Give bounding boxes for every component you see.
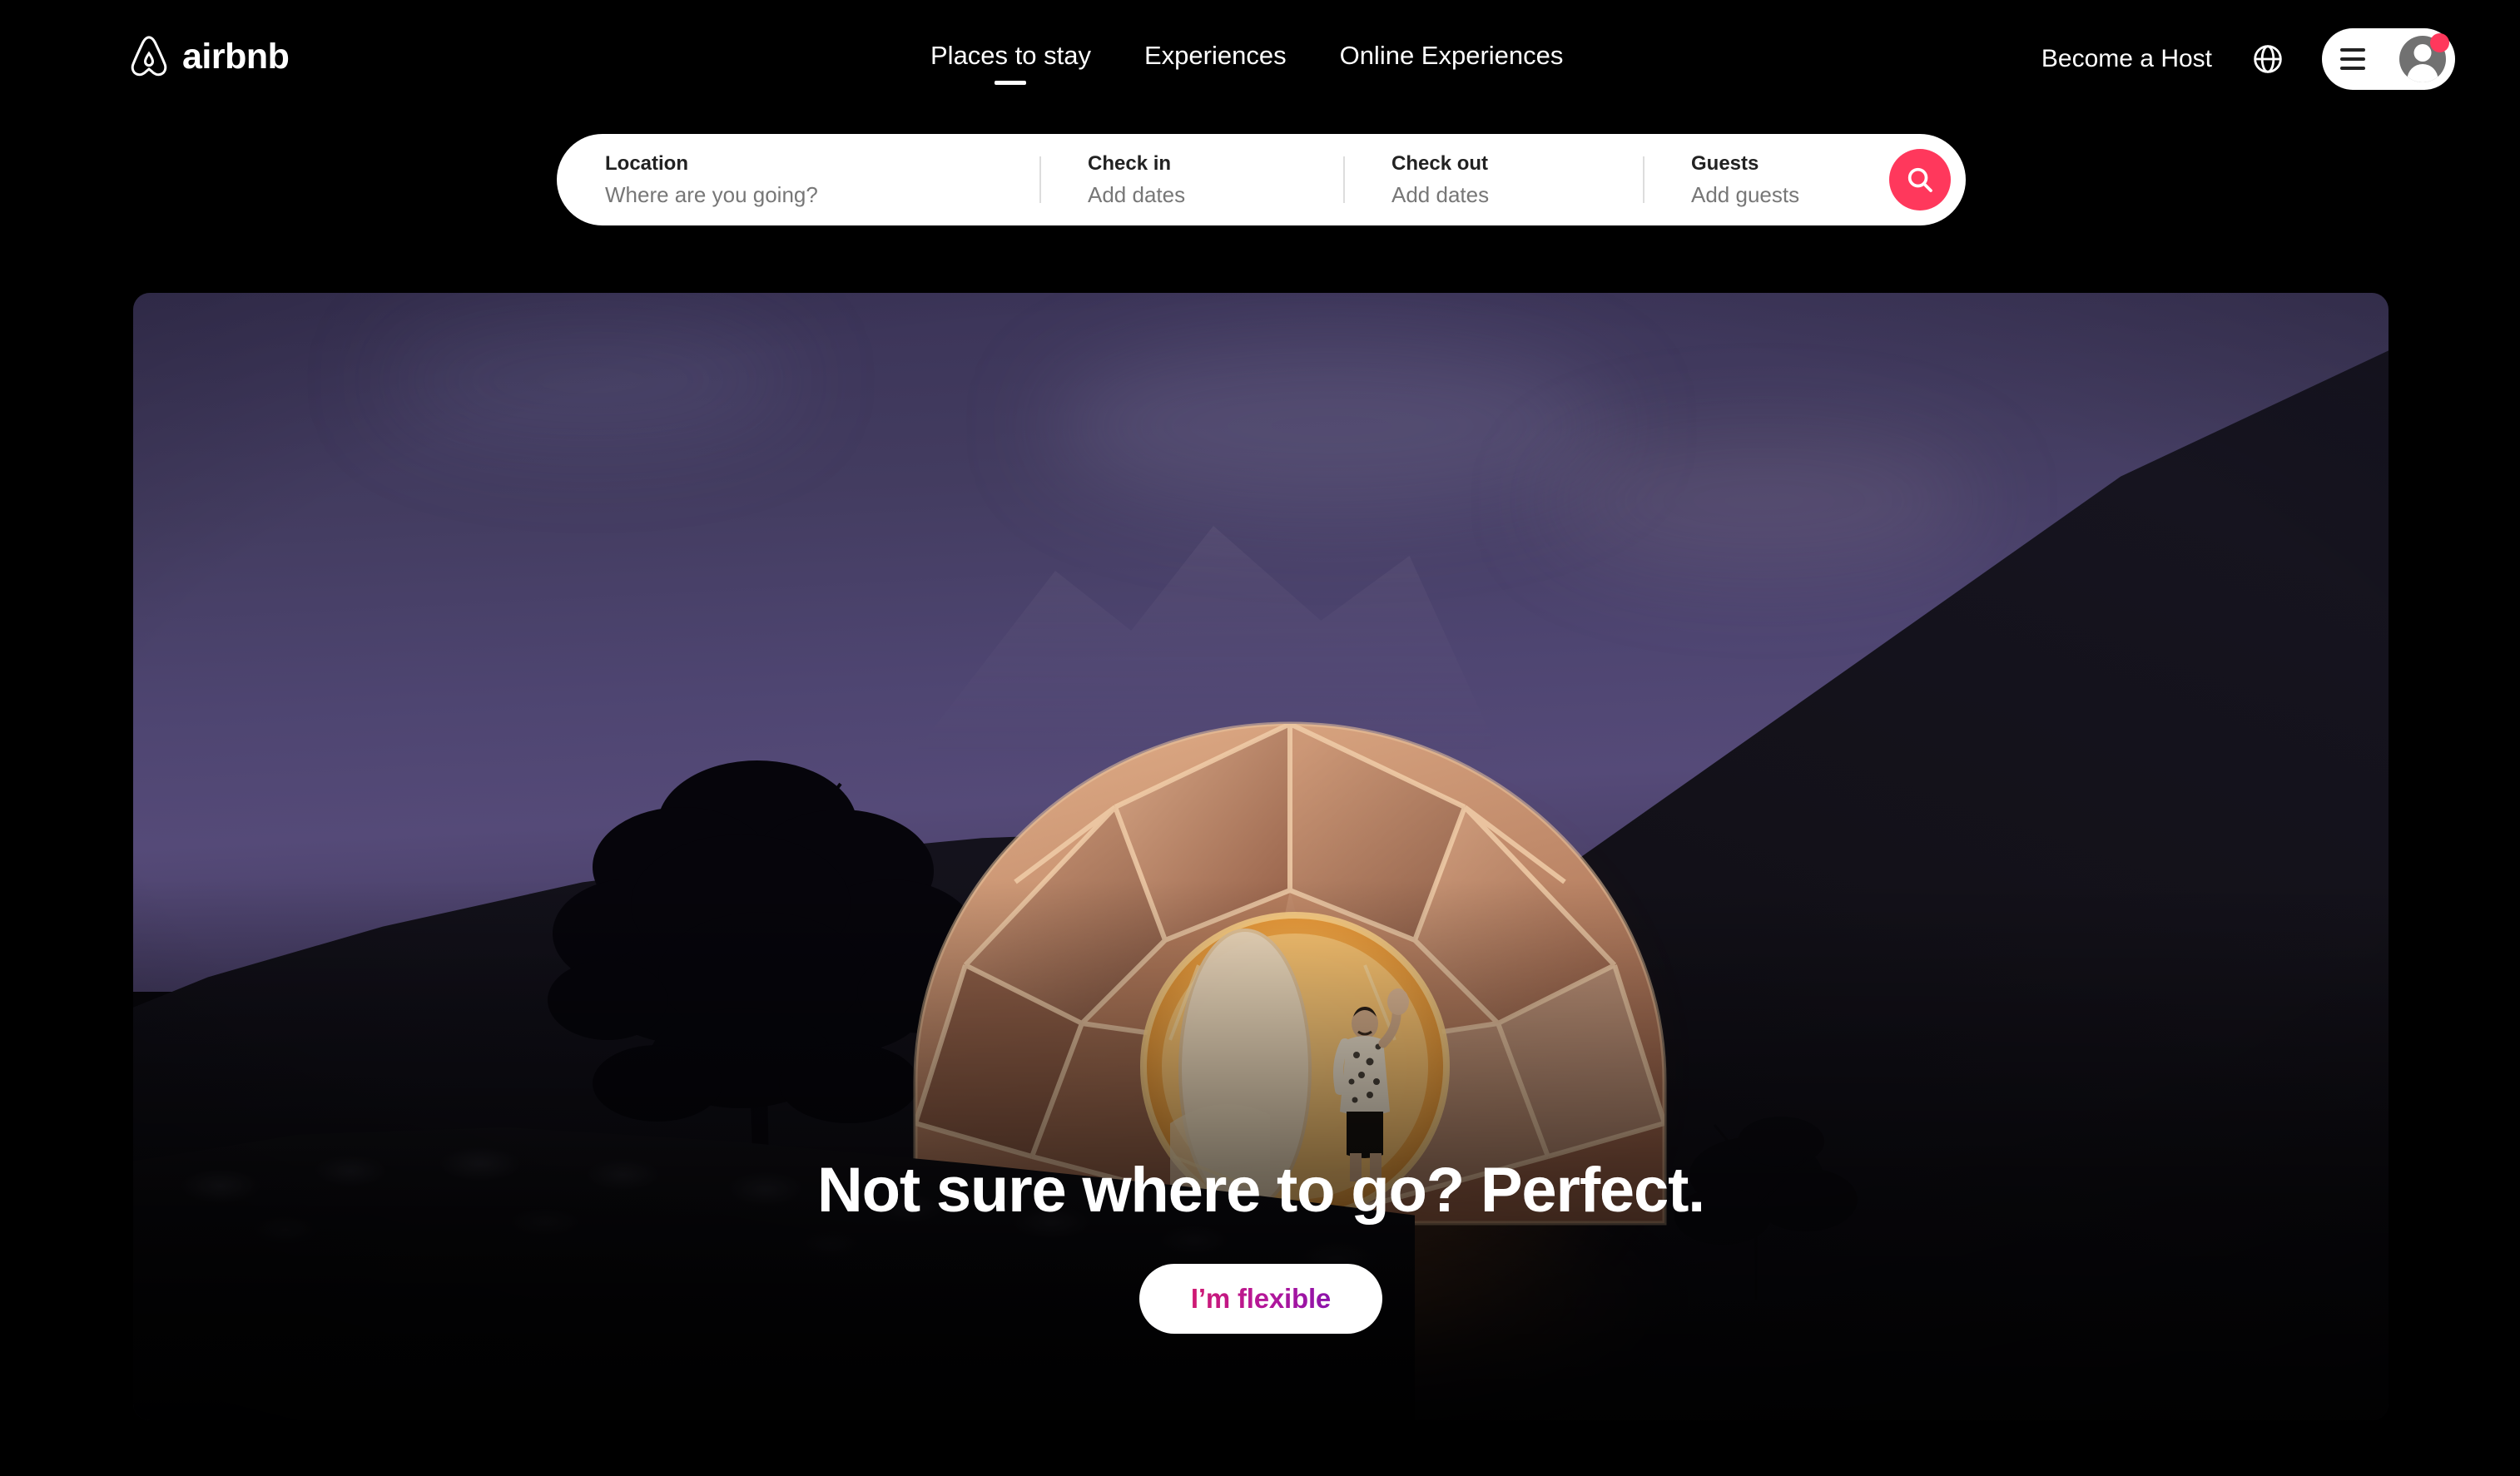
location-label: Location (605, 152, 688, 175)
account-menu-button[interactable] (2322, 28, 2455, 90)
search-bar: Location Check in Check out Guests (557, 134, 1966, 225)
airbnb-homepage: airbnb Places to stay Experiences Online… (0, 0, 2520, 1476)
checkin-label: Check in (1088, 152, 1172, 175)
cloud (1049, 343, 1615, 509)
globe-icon[interactable] (2249, 40, 2287, 78)
cloud (383, 318, 799, 443)
checkin-input[interactable] (1088, 181, 1343, 208)
avatar (2399, 33, 2449, 82)
nav-label: Places to stay (930, 41, 1091, 70)
become-a-host-link[interactable]: Become a Host (2041, 44, 2212, 74)
search-segment-checkout[interactable]: Check out (1343, 134, 1643, 225)
search-segment-guests[interactable]: Guests (1643, 134, 1892, 225)
hamburger-icon (2340, 48, 2365, 70)
checkout-input[interactable] (1391, 181, 1643, 208)
primary-nav: Places to stay Experiences Online Experi… (930, 40, 1563, 85)
nav-label: Experiences (1143, 41, 1287, 70)
im-flexible-label: I’m flexible (1190, 1283, 1332, 1314)
guests-input[interactable] (1691, 181, 1892, 208)
im-flexible-button[interactable]: I’m flexible (1138, 1264, 1383, 1334)
nav-item-places-to-stay[interactable]: Places to stay (930, 40, 1091, 85)
header-actions: Become a Host (2041, 28, 2455, 90)
search-segment-location[interactable]: Location (557, 134, 1039, 225)
hero-headline: Not sure where to go? Perfect. (816, 1155, 1705, 1226)
hero-content: Not sure where to go? Perfect. I’m flexi… (133, 1152, 2389, 1334)
search-segment-checkin[interactable]: Check in (1039, 134, 1343, 225)
search-button[interactable] (1889, 149, 1951, 211)
nav-label: Online Experiences (1339, 41, 1564, 70)
location-input[interactable] (605, 181, 1039, 208)
nav-item-experiences[interactable]: Experiences (1144, 40, 1287, 85)
brand-name: airbnb (182, 36, 290, 77)
hero-banner: Not sure where to go? Perfect. I’m flexi… (133, 293, 2389, 1420)
notification-badge (2430, 33, 2449, 52)
cloud (1548, 434, 1981, 567)
checkout-label: Check out (1391, 152, 1489, 175)
search-icon (1906, 166, 1934, 194)
guests-label: Guests (1691, 152, 1759, 175)
site-header: airbnb Places to stay Experiences Online… (0, 0, 2520, 130)
nav-item-online-experiences[interactable]: Online Experiences (1340, 40, 1564, 85)
airbnb-logo[interactable]: airbnb (129, 35, 290, 78)
airbnb-belo-icon (129, 35, 169, 78)
